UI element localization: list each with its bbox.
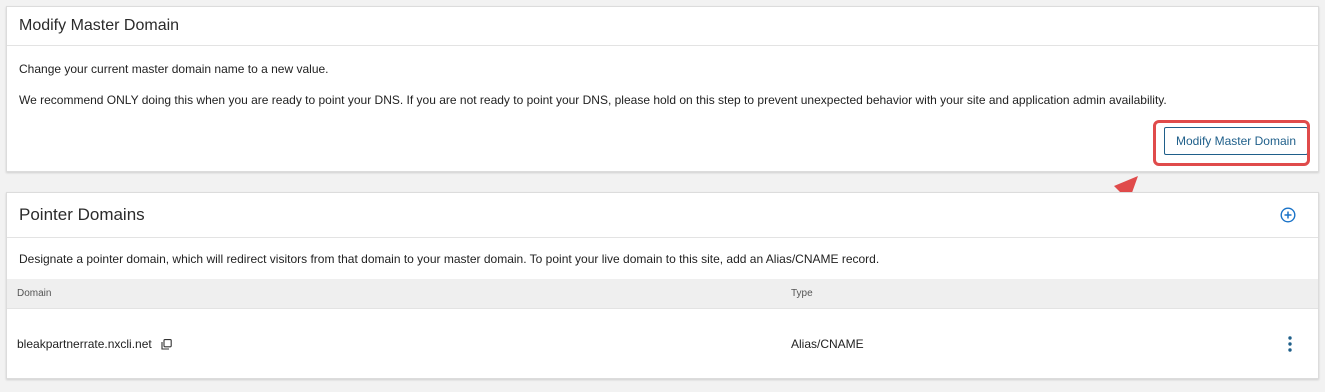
- column-header-domain: Domain: [17, 288, 52, 299]
- column-header-type: Type: [791, 288, 813, 299]
- table-header: Domain Type: [7, 279, 1318, 309]
- master-domain-panel: Modify Master Domain Change your current…: [6, 6, 1319, 172]
- table-row: bleakpartnerrate.nxcli.net Alias/CNAME: [7, 309, 1318, 377]
- pointer-domains-description: Designate a pointer domain, which will r…: [19, 252, 880, 266]
- master-domain-description-2: We recommend ONLY doing this when you ar…: [19, 93, 1167, 107]
- master-domain-title: Modify Master Domain: [7, 7, 1318, 46]
- plus-circle-icon[interactable]: [1280, 207, 1296, 223]
- pointer-domains-title: Pointer Domains: [7, 193, 1318, 238]
- annotation-highlight-box: [1153, 120, 1310, 166]
- domain-name: bleakpartnerrate.nxcli.net: [17, 337, 152, 351]
- more-options-icon[interactable]: [1286, 335, 1294, 353]
- copy-icon[interactable]: [161, 339, 172, 350]
- pointer-domains-panel: Pointer Domains Designate a pointer doma…: [6, 192, 1319, 379]
- domain-cell: bleakpartnerrate.nxcli.net: [17, 337, 172, 351]
- type-cell: Alias/CNAME: [791, 337, 864, 351]
- master-domain-description-1: Change your current master domain name t…: [19, 62, 329, 76]
